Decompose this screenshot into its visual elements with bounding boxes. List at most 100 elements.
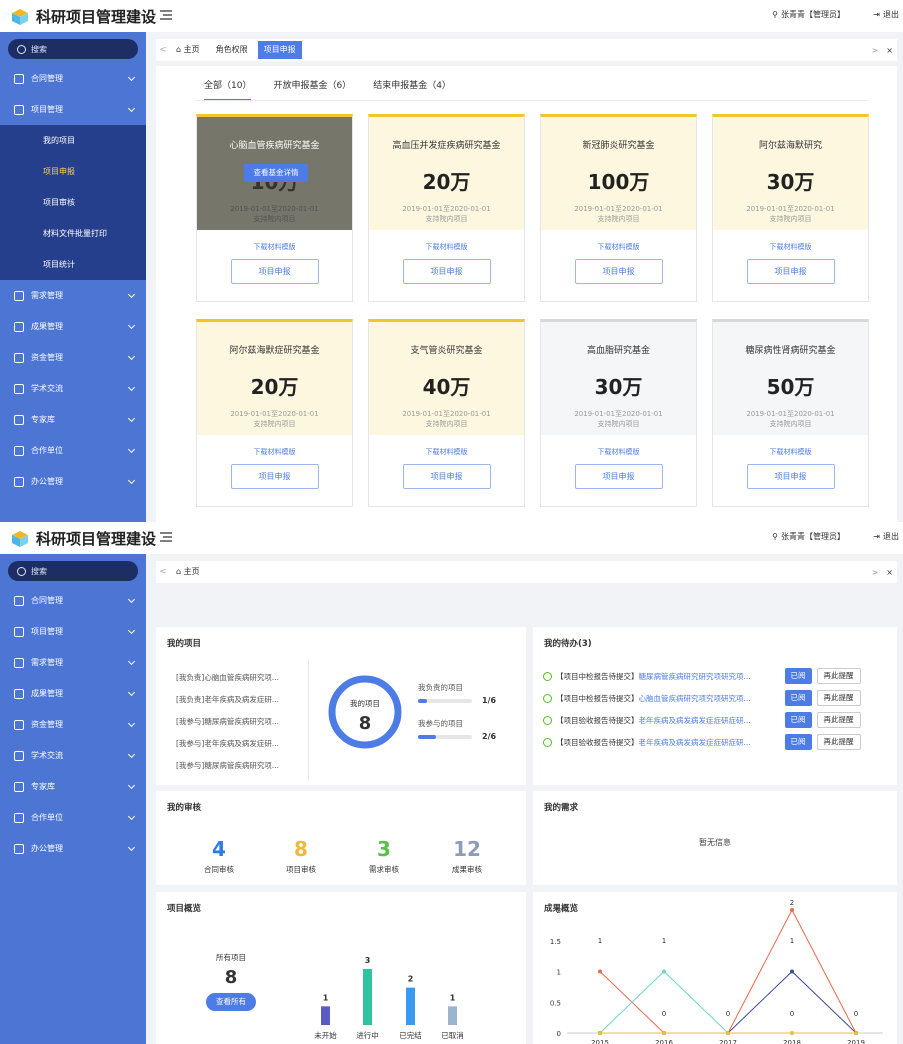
review-stat[interactable]: 8 项目审核 [266,837,336,875]
tab[interactable]: ⌂ 主页 [170,41,206,59]
todo-tag: 【项目中检报告待提交】 [556,671,639,681]
project-list-item[interactable]: [我负责]心脑血管疾病研究项... [176,667,296,689]
remind-again-button[interactable]: 再此提醒 [816,734,861,750]
user-info[interactable]: ⚲ 张青青【管理员】 [772,9,845,20]
tab-prev-icon[interactable]: < [156,45,170,55]
mark-read-button[interactable]: 已阅 [784,668,812,684]
sidebar-item[interactable]: 合作单位 [0,802,146,833]
sidebar-item[interactable]: 需求管理 [0,280,146,311]
sidebar-item[interactable]: 资金管理 [0,709,146,740]
tab-prev-icon[interactable]: < [156,567,170,577]
filter-tab[interactable]: 全部（10） [204,78,252,101]
sidebar-item[interactable]: 专家库 [0,771,146,802]
filter-tab[interactable]: 结束申报基金（4） [373,78,451,101]
fund-card[interactable]: 阿尔兹海默症研究基金 20万 2019-01-01至2020-01-01 支持院内项目… [196,319,353,507]
sidebar-item[interactable]: 项目管理 [0,94,146,125]
download-template-link[interactable]: 下载材料模版 [369,242,524,252]
logout-button[interactable]: ⇥ 退出 [873,531,899,542]
sidebar-item[interactable]: 办公管理 [0,833,146,864]
apply-project-button[interactable]: 项目申报 [574,464,663,489]
sidebar-item[interactable]: 合作单位 [0,435,146,466]
project-list-item[interactable]: [我参与]糖尿病管疾病研究项... [176,711,296,733]
sidebar-item[interactable]: 需求管理 [0,647,146,678]
submenu-item[interactable]: 项目申报 [0,156,146,187]
mark-read-button[interactable]: 已阅 [784,734,812,750]
review-stat[interactable]: 4 合同审核 [184,837,254,875]
filter-tab[interactable]: 开放申报基金（6） [273,78,351,101]
fund-card[interactable]: 支气管炎研究基金 40万 2019-01-01至2020-01-01 支持院内项目 下载… [368,319,525,507]
apply-project-button[interactable]: 项目申报 [402,464,491,489]
apply-project-button[interactable]: 项目申报 [574,259,663,284]
apply-project-button[interactable]: 项目申报 [230,464,319,489]
download-template-link[interactable]: 下载材料模版 [369,447,524,457]
apply-project-button[interactable]: 项目申报 [746,259,835,284]
tab-next-icon[interactable]: > [872,568,879,577]
todo-link[interactable]: 老年疾病及病发病发症症研症研... [639,715,779,726]
series-line [600,970,857,1034]
apply-project-button[interactable]: 项目申报 [230,259,319,284]
sidebar-item[interactable]: 合同管理 [0,63,146,94]
submenu-item[interactable]: 项目统计 [0,249,146,280]
sidebar-item[interactable]: 成果管理 [0,678,146,709]
part-progress [418,735,472,739]
tab[interactable]: ⌂ 主页 [170,563,206,581]
review-stat[interactable]: 3 需求审核 [349,837,419,875]
download-template-link[interactable]: 下载材料模版 [197,447,352,457]
tab[interactable]: 项目申报 [257,41,302,59]
sidebar-item[interactable]: 项目管理 [0,616,146,647]
apply-project-button[interactable]: 项目申报 [402,259,491,284]
download-template-link[interactable]: 下载材料模版 [541,447,696,457]
project-list-item[interactable]: [我参与]糖尿病管疾病研究项... [176,755,296,777]
apply-project-button[interactable]: 项目申报 [746,464,835,489]
submenu-item[interactable]: 材料文件批量打印 [0,218,146,249]
logout-button[interactable]: ⇥ 退出 [873,9,899,20]
series-line [599,970,856,1034]
tab-next-icon[interactable]: > [872,46,879,55]
sidebar-item[interactable]: 学术交流 [0,740,146,771]
download-template-link[interactable]: 下载材料模版 [541,242,696,252]
todo-link[interactable]: 老年疾病及病发病发症症研症研... [639,737,779,748]
user-info[interactable]: ⚲ 张青青【管理员】 [772,531,845,542]
point-value-label: 0 [726,1010,730,1018]
submenu-item[interactable]: 项目审核 [0,187,146,218]
close-icon[interactable]: × [886,46,893,55]
todo-link[interactable]: 心脑血管疾病研究项究项研究项... [639,693,779,704]
search-input[interactable]: 搜索 [8,39,138,59]
review-stat[interactable]: 12 成果审核 [432,837,502,875]
menu-toggle-icon[interactable] [160,10,172,20]
fund-card[interactable]: 高血脂研究基金 30万 2019-01-01至2020-01-01 支持院内项目 下载材… [540,319,697,507]
search-input[interactable]: 搜索 [8,561,138,581]
todo-item: 【项目验收报告待提交】 老年疾病及病发病发症症研症研... 已阅 再此提醒 [543,733,883,751]
fund-card[interactable]: 阿尔兹海默研究 30万 2019-01-01至2020-01-01 支持院内项目 下载材… [712,114,869,302]
tab[interactable]: 角色权限 [210,41,254,59]
submenu-item[interactable]: 我的项目 [0,125,146,156]
sidebar-item[interactable]: 学术交流 [0,373,146,404]
point-value-label: 1 [662,937,666,945]
project-list-item[interactable]: [我参与]老年疾病及病发症研... [176,733,296,755]
view-fund-detail-button[interactable]: 查看基金详情 [244,164,308,182]
download-template-link[interactable]: 下载材料模版 [197,242,352,252]
remind-again-button[interactable]: 再此提醒 [816,668,861,684]
fund-card[interactable]: 糖尿病性肾病研究基金 50万 2019-01-01至2020-01-01 支持院内项目… [712,319,869,507]
sidebar-item[interactable]: 办公管理 [0,466,146,497]
remind-again-button[interactable]: 再此提醒 [816,690,861,706]
sidebar-item[interactable]: 专家库 [0,404,146,435]
fund-card[interactable]: 心脑血管疾病研究基金 10万 2019-01-01至2020-01-01 支持院内项目… [196,114,353,302]
project-list-item[interactable]: [我负责]老年疾病及病发症研... [176,689,296,711]
todo-link[interactable]: 糖尿病管疾病研究研究项研究项... [639,671,779,682]
menu-toggle-icon[interactable] [160,532,172,542]
fund-card[interactable]: 高血压并发症疾病研究基金 20万 2019-01-01至2020-01-01 支持院内… [368,114,525,302]
view-all-button[interactable]: 查看所有 [206,993,256,1011]
download-template-link[interactable]: 下载材料模版 [713,242,868,252]
sidebar-item[interactable]: 资金管理 [0,342,146,373]
sidebar-item[interactable]: 成果管理 [0,311,146,342]
sidebar-item[interactable]: 合同管理 [0,585,146,616]
mark-read-button[interactable]: 已阅 [784,690,812,706]
mark-read-button[interactable]: 已阅 [784,712,812,728]
fund-card[interactable]: 新冠肺炎研究基金 100万 2019-01-01至2020-01-01 支持院内项目下… [540,114,697,302]
close-icon[interactable]: × [886,568,893,577]
todo-item: 【项目中检报告待提交】 糖尿病管疾病研究研究项研究项... 已阅 再此提醒 [543,667,883,685]
chevron-down-icon [127,445,136,454]
remind-again-button[interactable]: 再此提醒 [816,712,861,728]
download-template-link[interactable]: 下载材料模版 [713,447,868,457]
